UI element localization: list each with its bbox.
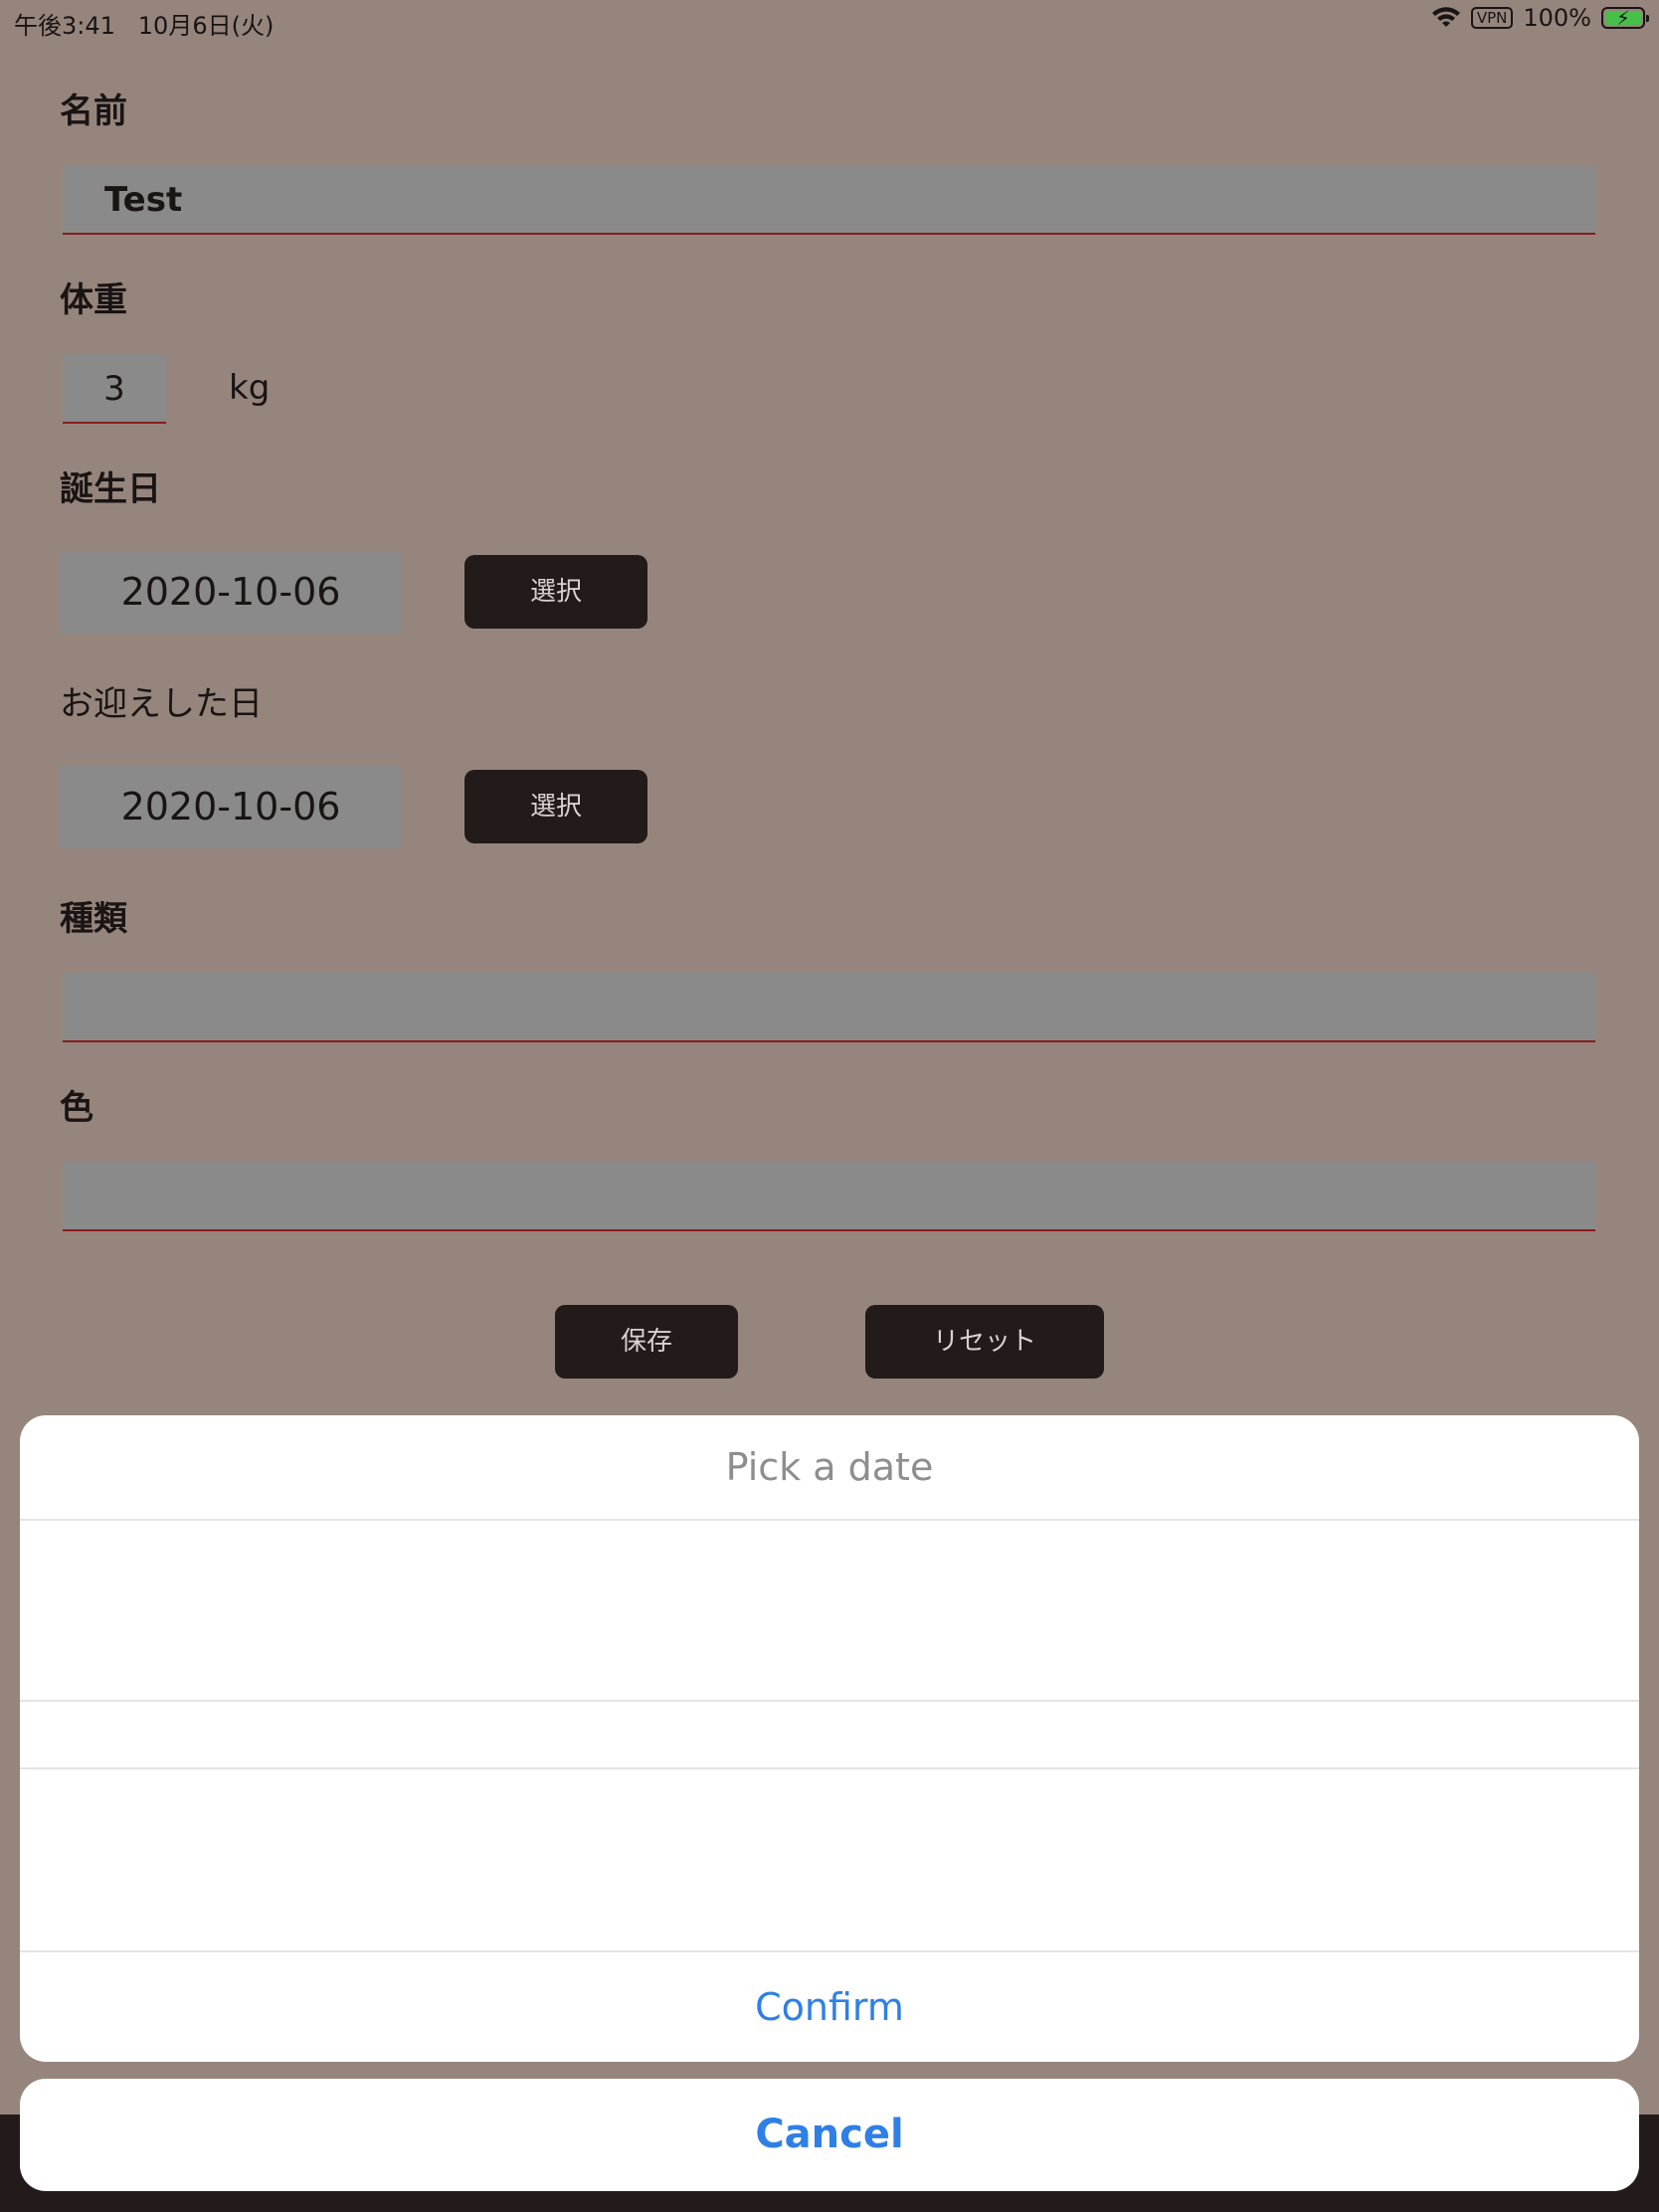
picker-selection-bottom bbox=[20, 1767, 1639, 1769]
weight-label: 体重 bbox=[60, 280, 127, 320]
status-bar: 午後3:41 10月6日(火) VPN 100% ⚡ bbox=[0, 0, 1659, 40]
reset-button[interactable]: リセット bbox=[865, 1305, 1104, 1379]
weight-input[interactable]: 3 bbox=[63, 354, 166, 424]
status-indicators: VPN 100% ⚡ bbox=[1431, 4, 1649, 32]
date-picker-title: Pick a date bbox=[725, 1445, 934, 1489]
wifi-icon bbox=[1431, 7, 1460, 27]
welcome-day-field[interactable]: 2020-10-06 bbox=[60, 766, 402, 848]
cancel-button[interactable]: Cancel bbox=[20, 2079, 1639, 2191]
save-button[interactable]: 保存 bbox=[555, 1305, 738, 1379]
color-label: 色 bbox=[60, 1088, 93, 1128]
breed-label: 種類 bbox=[60, 899, 127, 939]
birthday-field[interactable]: 2020-10-06 bbox=[60, 551, 402, 634]
breed-input[interactable] bbox=[63, 973, 1595, 1042]
date-picker-sheet: Pick a date Confirm bbox=[20, 1415, 1639, 2062]
battery-percent: 100% bbox=[1523, 4, 1591, 32]
vpn-badge: VPN bbox=[1470, 7, 1514, 29]
status-time-date: 午後3:41 10月6日(火) bbox=[14, 12, 275, 40]
birthday-label: 誕生日 bbox=[60, 469, 161, 509]
name-label: 名前 bbox=[60, 92, 127, 131]
welcome-day-label: お迎えした日 bbox=[60, 684, 263, 724]
date-picker-wheel[interactable] bbox=[20, 1521, 1639, 1950]
picker-selection-top bbox=[20, 1700, 1639, 1702]
name-input[interactable]: Test bbox=[63, 165, 1595, 235]
birthday-select-button[interactable]: 選択 bbox=[464, 555, 647, 629]
color-input[interactable] bbox=[63, 1162, 1595, 1231]
welcome-day-select-button[interactable]: 選択 bbox=[464, 770, 647, 843]
battery-charging-icon: ⚡ bbox=[1601, 6, 1649, 30]
weight-unit: kg bbox=[229, 368, 271, 408]
confirm-button[interactable]: Confirm bbox=[20, 1952, 1639, 2062]
